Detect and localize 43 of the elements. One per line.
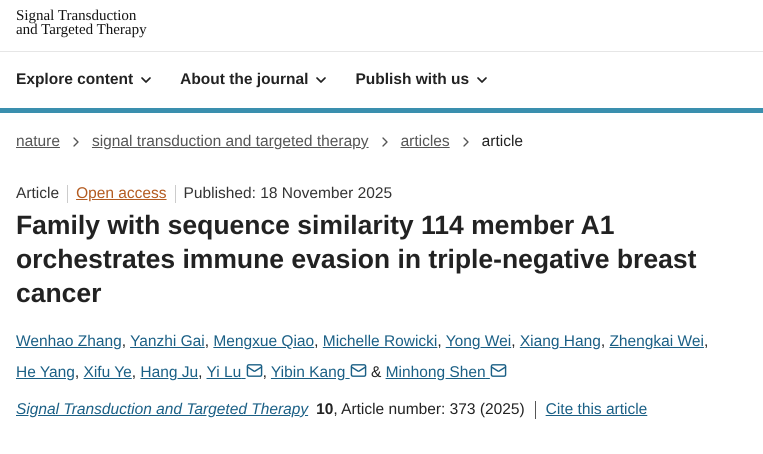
separator: , <box>198 364 202 381</box>
author-link[interactable]: Michelle Rowicki <box>322 333 438 350</box>
nav-menu-button[interactable]: About the journal <box>180 71 330 89</box>
breadcrumb-link[interactable]: articles <box>400 133 450 151</box>
article-title: Family with sequence similarity 114 member A1 orchestrates immune evasion in triple-negative breast cancer <box>16 209 698 310</box>
separator: , <box>204 333 210 350</box>
author-link[interactable]: Minhong Shen <box>386 364 507 381</box>
mail-icon[interactable] <box>490 362 507 379</box>
open-access-link[interactable]: Open access <box>67 185 175 203</box>
author-link[interactable]: Zhengkai Wei <box>609 333 704 350</box>
mail-icon[interactable] <box>350 362 367 379</box>
author-link[interactable]: Xifu Ye <box>84 364 132 381</box>
author-link[interactable]: Mengxue Qiao <box>213 333 314 350</box>
separator: , <box>600 333 606 350</box>
separator: , <box>74 364 80 381</box>
nav-menu-button[interactable]: Publish with us <box>355 71 490 89</box>
author-link[interactable]: Yibin Kang <box>270 364 367 381</box>
article-type: Article <box>16 185 60 203</box>
published-date: Published: 18 November 2025 <box>174 185 400 203</box>
citation-details: 10, Article number: 373 (2025) <box>316 401 536 419</box>
separator: , <box>262 364 267 381</box>
author-link[interactable]: Yanzhi Gai <box>130 333 205 350</box>
journal-logo[interactable]: Signal Transduction and Targeted Therapy <box>16 9 147 37</box>
author-link[interactable]: Hang Ju <box>140 364 198 381</box>
separator: , <box>511 333 516 350</box>
author-link[interactable]: Xiang Hang <box>520 333 601 350</box>
author-link[interactable]: Yong Wei <box>446 333 512 350</box>
separator: , <box>704 333 708 350</box>
separator: , <box>314 333 318 350</box>
cite-article-link[interactable]: Cite this article <box>546 401 648 419</box>
journal-link[interactable]: Signal Transduction and Targeted Therapy <box>16 401 308 419</box>
breadcrumb-link[interactable]: nature <box>16 133 60 151</box>
author-link[interactable]: He Yang <box>16 364 75 381</box>
separator: , <box>437 333 442 350</box>
nav-menu-button[interactable]: Explore content <box>16 71 154 89</box>
breadcrumb-link[interactable]: signal transduction and targeted therapy <box>92 133 369 151</box>
separator: & <box>370 364 382 381</box>
author-link[interactable]: Wenhao Zhang <box>16 333 122 350</box>
separator: , <box>122 333 126 350</box>
author-link[interactable]: Yi Lu <box>206 364 263 381</box>
mail-icon[interactable] <box>246 362 263 379</box>
separator: , <box>132 364 136 381</box>
current-page-label: article <box>482 133 524 151</box>
